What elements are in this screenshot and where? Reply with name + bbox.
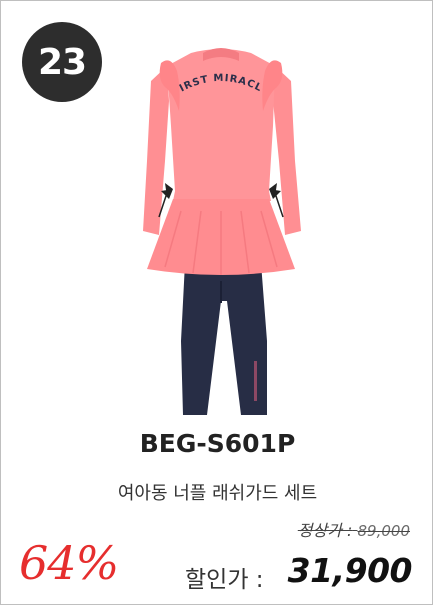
product-image[interactable]: FIRST MIRACLE	[121, 41, 321, 421]
product-name[interactable]: 여아동 너플 래쉬가드 세트	[1, 479, 433, 505]
sale-price-amount: 31,900	[287, 551, 413, 590]
sale-price-label: 할인가 :	[185, 567, 264, 593]
product-card[interactable]: 23 IRST MIRACL BEG-S601P 여아동 너플 래쉬가드 세트 …	[0, 0, 433, 605]
rank-number: 23	[37, 41, 87, 83]
regular-price-label: 정상가 :	[297, 521, 353, 540]
regular-price-amount: 89,000	[357, 522, 411, 540]
rank-badge: 23	[22, 22, 102, 102]
discount-rate: 64%	[19, 536, 119, 590]
leggings-illustration	[181, 263, 267, 415]
regular-price: 정상가 : 89,000	[298, 517, 410, 541]
rashguard-top-illustration: FIRST MIRACLE	[121, 41, 301, 275]
product-code[interactable]: BEG-S601P	[1, 429, 433, 458]
